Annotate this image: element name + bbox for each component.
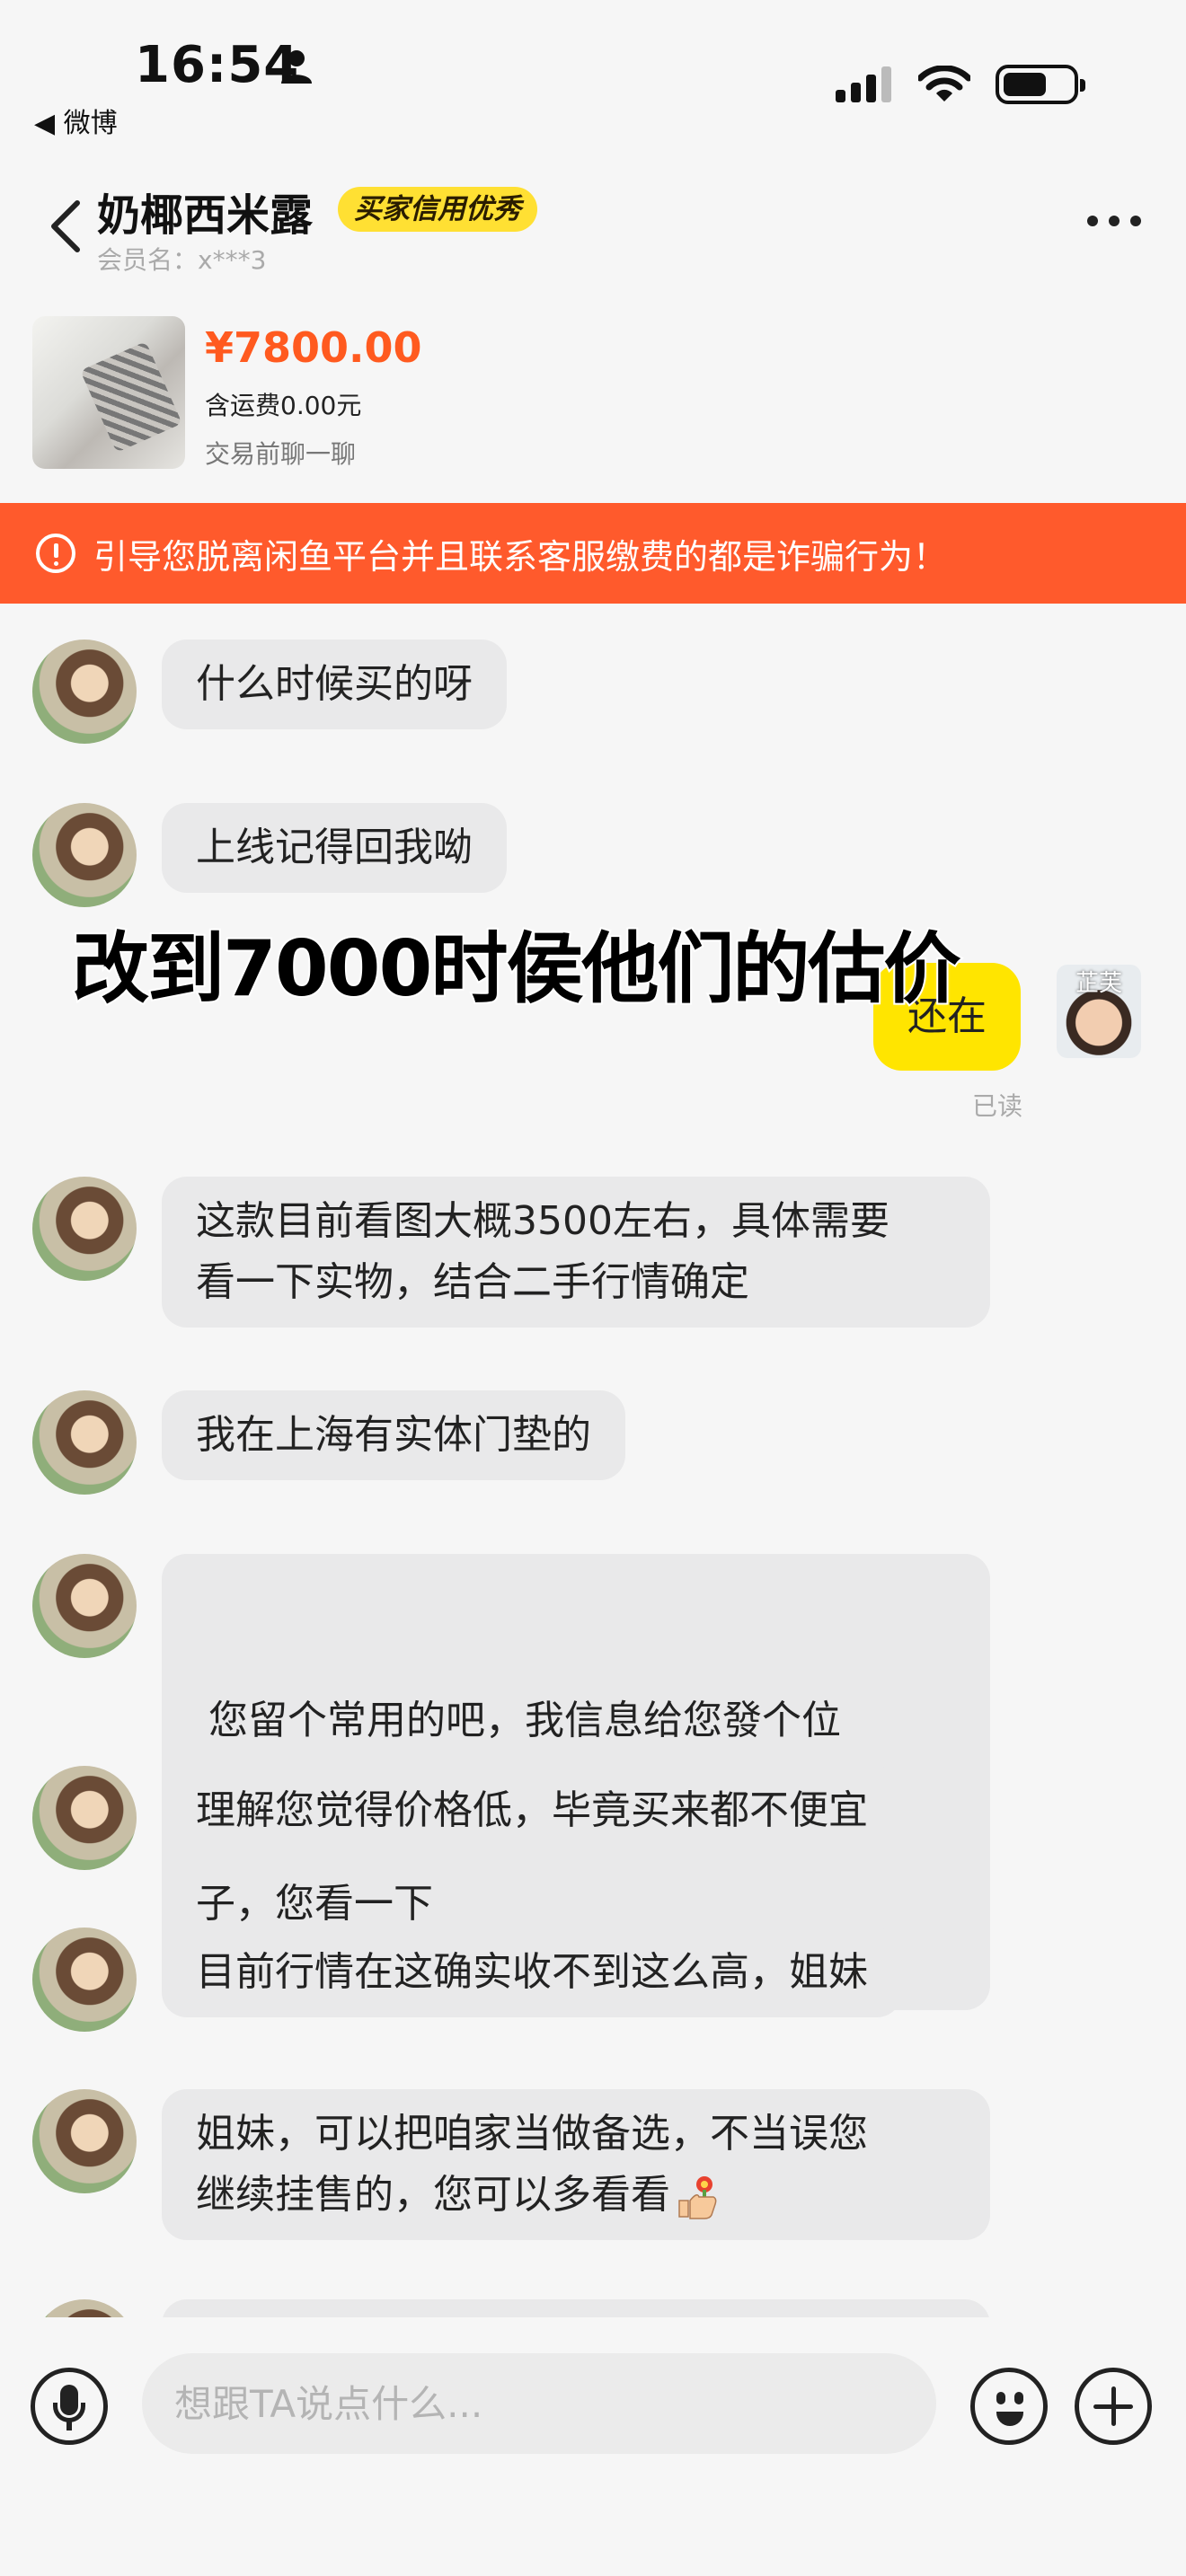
message-bubble: 理解您觉得价格低，毕竟买来都不便宜 — [162, 1766, 902, 1856]
product-shipping: 含运费0.00元 — [205, 391, 362, 420]
message-bubble: 这款目前看图大概3500左右，具体需要 看一下实物，结合二手行情确定 — [162, 1177, 990, 1328]
message-text: 目前行情在这确实收不到这么高，姐妹 — [196, 1949, 868, 1995]
overlay-caption: 改到7000时侯他们的估价 — [70, 922, 962, 1016]
message-text: 上线记得回我呦 — [196, 825, 473, 870]
battery-icon — [996, 65, 1085, 104]
credit-badge: 买家信用优秀 — [338, 187, 537, 232]
signal-icon — [836, 66, 891, 102]
product-price: ¥7800.00 — [205, 323, 422, 372]
message-text: 您留个常用的吧，我信息给您發个位 — [196, 1698, 841, 1743]
message-bubble: 姐妹，可以把咱家当做备选，不当误您 继续挂售的，您可以多看看 — [162, 2089, 990, 2240]
message-text: 继续挂售的，您可以多看看 — [196, 2172, 670, 2218]
person-icon — [281, 50, 312, 84]
product-image[interactable] — [32, 316, 185, 469]
seller-avatar[interactable] — [32, 1390, 137, 1495]
message-text: 什么时候买的呀 — [196, 661, 473, 707]
page-title: 奶椰西米露 — [97, 190, 314, 241]
read-status: 已读 — [972, 1091, 1023, 1121]
warning-icon — [36, 534, 75, 573]
message-bubble: 上线记得回我呦 — [162, 803, 507, 893]
plus-icon[interactable] — [1075, 2368, 1152, 2445]
status-icons — [836, 65, 1085, 104]
seller-avatar[interactable] — [32, 640, 137, 744]
message-text: 这款目前看图大概3500左右，具体需要 — [196, 1198, 890, 1244]
seller-avatar[interactable] — [32, 803, 137, 907]
message-text: 子，您看一下 — [196, 1881, 433, 1927]
member-name: 会员名：x***3 — [97, 245, 267, 275]
my-avatar[interactable]: 芷芙 — [1057, 965, 1141, 1058]
back-to-app-link[interactable]: ◀ 微博 — [34, 101, 118, 140]
mic-icon[interactable] — [31, 2368, 108, 2445]
message-text: 理解您觉得价格低，毕竟买来都不便宜 — [196, 1787, 868, 1833]
seller-avatar[interactable] — [32, 1928, 137, 2032]
message-text: 姐妹，可以把咱家当做备选，不当误您 — [196, 2111, 868, 2157]
seller-avatar[interactable] — [32, 2089, 137, 2193]
message-bubble: 我在上海有实体门垫的 — [162, 1390, 625, 1480]
seller-avatar[interactable] — [32, 1766, 137, 1870]
fraud-warning-banner: 引导您脱离闲鱼平台并且联系客服缴费的都是诈骗行为！ — [0, 503, 1186, 604]
thumbs-up-flower-icon — [678, 2176, 717, 2219]
message-bubble: 目前行情在这确实收不到这么高，姐妹 — [162, 1928, 902, 2017]
seller-avatar[interactable] — [32, 1177, 137, 1281]
message-input[interactable] — [142, 2353, 936, 2454]
wifi-icon — [918, 66, 970, 101]
message-text: 看一下实物，结合二手行情确定 — [196, 1259, 749, 1305]
my-avatar-label: 芷芙 — [1075, 970, 1122, 997]
seller-avatar[interactable] — [32, 1554, 137, 1658]
status-time: 16:54 — [135, 36, 300, 94]
emoji-icon[interactable] — [970, 2368, 1048, 2445]
warning-text: 引导您脱离闲鱼平台并且联系客服缴费的都是诈骗行为！ — [93, 536, 948, 577]
message-bubble: 什么时候买的呀 — [162, 640, 507, 729]
chat-hint: 交易前聊一聊 — [205, 439, 357, 469]
back-chevron-icon[interactable] — [47, 199, 86, 253]
more-icon[interactable] — [1087, 216, 1141, 226]
message-text: 我在上海有实体门垫的 — [196, 1412, 591, 1458]
